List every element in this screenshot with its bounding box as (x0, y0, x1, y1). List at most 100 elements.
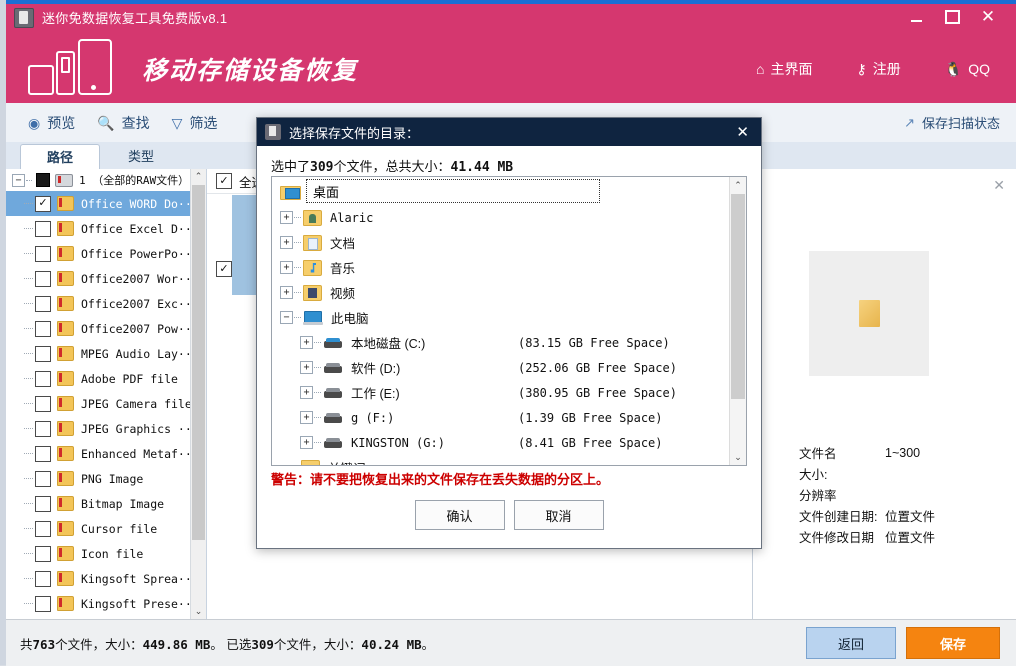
file-type-checkbox[interactable] (35, 571, 51, 587)
dialog-buttons: 确认 取消 (257, 500, 761, 530)
tab-type[interactable]: 类型 (102, 144, 180, 169)
dialog-scrollbar-thumb[interactable] (731, 194, 745, 399)
directory-row[interactable]: 关键词 (272, 455, 730, 466)
file-type-checkbox[interactable] (35, 346, 51, 362)
file-type-checkbox[interactable] (35, 446, 51, 462)
expand-icon[interactable]: + (300, 386, 313, 399)
dialog-close-button[interactable]: ✕ (736, 125, 749, 140)
select-all-checkbox[interactable]: ✓ (216, 173, 232, 189)
file-type-checkbox[interactable] (35, 396, 51, 412)
collapse-icon[interactable]: − (280, 311, 293, 324)
file-type-row[interactable]: Adobe PDF file (6, 366, 206, 391)
file-type-checkbox[interactable] (35, 246, 51, 262)
file-type-row[interactable]: Office2007 Pow··· (6, 316, 206, 341)
file-type-label: JPEG Graphics ··· (81, 422, 199, 436)
folder-person-icon (303, 210, 322, 226)
file-type-checkbox[interactable] (35, 521, 51, 537)
file-type-row[interactable]: JPEG Graphics ··· (6, 416, 206, 441)
file-type-checkbox[interactable] (35, 421, 51, 437)
file-type-row[interactable]: JPEG Camera file (6, 391, 206, 416)
back-button[interactable]: 返回 (806, 627, 896, 659)
desktop-row[interactable]: 桌面 (272, 177, 730, 205)
file-type-row[interactable]: ✓Office WORD Do··· (6, 191, 206, 216)
file-type-checkbox[interactable] (35, 221, 51, 237)
file-type-checkbox[interactable]: ✓ (35, 196, 51, 212)
file-type-row[interactable]: Enhanced Metaf··· (6, 441, 206, 466)
free-space-label: (1.39 GB Free Space) (518, 411, 663, 425)
folder-icon (57, 371, 74, 386)
toolbar-preview[interactable]: ◉ 预览 (28, 113, 75, 133)
expand-icon[interactable]: + (300, 411, 313, 424)
dialog-scroll-up-icon[interactable]: ⌃ (730, 177, 746, 193)
directory-row[interactable]: +Alaric (272, 205, 730, 230)
expander-icon[interactable]: − (12, 174, 25, 187)
desktop-path-field[interactable]: 桌面 (306, 179, 600, 203)
nav-register[interactable]: ⚷ 注册 (857, 59, 901, 79)
file-type-label: Office2007 Pow··· (81, 322, 199, 336)
folder-doc-icon (303, 235, 322, 251)
file-type-row[interactable]: Office2007 Exc··· (6, 291, 206, 316)
file-type-label: Office2007 Wor··· (81, 272, 199, 286)
scroll-down-icon[interactable]: ⌄ (191, 604, 206, 619)
file-type-row[interactable]: Kingsoft Sprea··· (6, 566, 206, 591)
directory-row[interactable]: +g (F:)(1.39 GB Free Space) (272, 405, 730, 430)
directory-row[interactable]: +KINGSTON (G:)(8.41 GB Free Space) (272, 430, 730, 455)
dialog-scroll-down-icon[interactable]: ⌄ (730, 449, 746, 465)
expand-icon[interactable]: + (300, 336, 313, 349)
directory-row[interactable]: +本地磁盘 (C:)(83.15 GB Free Space) (272, 330, 730, 355)
file-type-row[interactable]: MPEG Audio Lay··· (6, 341, 206, 366)
file-type-row[interactable]: PNG Image (6, 466, 206, 491)
expand-icon[interactable]: + (280, 211, 293, 224)
file-type-row[interactable]: Kingsoft Prese··· (6, 591, 206, 616)
file-type-checkbox[interactable] (35, 596, 51, 612)
toolbar-search[interactable]: 🔍 查找 (97, 113, 149, 133)
file-type-row[interactable]: Cursor file (6, 516, 206, 541)
directory-row[interactable]: +音乐 (272, 255, 730, 280)
nav-home[interactable]: ⌂ 主界面 (756, 59, 812, 79)
directory-row[interactable]: −此电脑 (272, 305, 730, 330)
expand-icon[interactable]: + (300, 361, 313, 374)
directory-row[interactable]: +文档 (272, 230, 730, 255)
expand-icon[interactable]: + (300, 436, 313, 449)
nav-qq[interactable]: 🐧 QQ (945, 61, 990, 77)
file-type-row[interactable]: Office Excel D··· (6, 216, 206, 241)
close-button[interactable]: ✕ (970, 0, 1016, 34)
tab-path[interactable]: 路径 (20, 144, 100, 171)
toolbar-filter[interactable]: ▽ 筛选 (172, 113, 218, 133)
folder-icon (57, 246, 74, 261)
expander-icon[interactable] (24, 203, 33, 204)
file-type-row[interactable]: Bitmap Image (6, 491, 206, 516)
folder-icon (57, 471, 74, 486)
directory-row[interactable]: +视频 (272, 280, 730, 305)
file-type-checkbox[interactable] (35, 496, 51, 512)
expand-icon[interactable]: + (280, 286, 293, 299)
file-type-checkbox[interactable] (35, 271, 51, 287)
dialog-tree-scrollbar[interactable]: ⌃ ⌄ (729, 177, 746, 465)
file-type-row[interactable]: Office PowerPo··· (6, 241, 206, 266)
tristate-checkbox[interactable] (36, 173, 50, 187)
left-pane-scrollbar[interactable]: ⌃ ⌄ (190, 169, 206, 619)
file-type-checkbox[interactable] (35, 371, 51, 387)
scroll-up-icon[interactable]: ⌃ (191, 169, 206, 184)
file-type-row[interactable]: Office2007 Wor··· (6, 266, 206, 291)
toolbar-save-scan-state[interactable]: ↗ 保存扫描状态 (904, 113, 1000, 132)
minimize-button[interactable] (898, 0, 934, 34)
directory-row[interactable]: +工作 (E:)(380.95 GB Free Space) (272, 380, 730, 405)
expand-icon[interactable]: + (280, 261, 293, 274)
expand-icon[interactable]: + (280, 236, 293, 249)
dialog-cancel-button[interactable]: 取消 (514, 500, 604, 530)
save-button[interactable]: 保存 (906, 627, 1000, 659)
directory-row[interactable]: +软件 (D:)(252.06 GB Free Space) (272, 355, 730, 380)
tree-root-row[interactable]: − 1 （全部的RAW文件） (6, 169, 206, 191)
file-item-checkbox[interactable]: ✓ (216, 261, 232, 277)
scrollbar-thumb[interactable] (192, 185, 205, 540)
folder-icon (57, 296, 74, 311)
file-type-checkbox[interactable] (35, 546, 51, 562)
dialog-ok-button[interactable]: 确认 (415, 500, 505, 530)
preview-close-icon[interactable]: ✕ (993, 178, 1005, 192)
file-type-checkbox[interactable] (35, 296, 51, 312)
maximize-button[interactable] (934, 0, 970, 34)
file-type-checkbox[interactable] (35, 321, 51, 337)
file-type-row[interactable]: Icon file (6, 541, 206, 566)
file-type-checkbox[interactable] (35, 471, 51, 487)
